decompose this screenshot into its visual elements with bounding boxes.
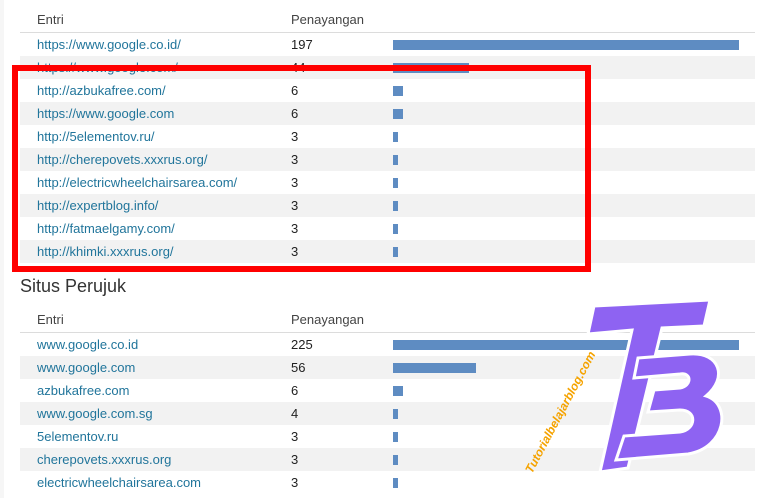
entry-link[interactable]: www.google.co.id: [37, 337, 138, 352]
view-bar: [393, 478, 398, 488]
view-bar: [393, 386, 403, 396]
view-count: 6: [291, 383, 299, 398]
entry-link[interactable]: www.google.com.sg: [37, 406, 153, 421]
entry-link[interactable]: cherepovets.xxxrus.org: [37, 452, 171, 467]
view-count: 3: [291, 429, 299, 444]
section-title: Situs Perujuk: [20, 276, 127, 296]
view-count: 3: [291, 452, 299, 467]
view-count: 56: [291, 360, 306, 375]
view-bar: [393, 363, 476, 373]
column-header-views: Penayangan: [291, 12, 365, 27]
tb-logo-icon: Tutorialbelajarblog.com: [522, 298, 724, 476]
highlight-box: [12, 65, 591, 272]
view-count: 4: [291, 406, 299, 421]
entry-link[interactable]: https://www.google.co.id/: [37, 37, 181, 52]
table-header: Entri Penayangan: [20, 8, 755, 33]
entry-link[interactable]: azbukafree.com: [37, 383, 130, 398]
table-row: https://www.google.co.id/197: [20, 33, 755, 56]
view-bar: [393, 455, 398, 465]
view-count: 225: [291, 337, 313, 352]
view-bar: [393, 432, 398, 442]
column-header-entry: Entri: [37, 12, 64, 27]
view-count: 197: [291, 37, 313, 52]
column-header-views: Penayangan: [291, 312, 365, 327]
logo-watermark-text: Tutorialbelajarblog.com: [522, 349, 598, 476]
view-count: 3: [291, 475, 299, 490]
view-bar: [393, 40, 739, 50]
entry-link[interactable]: 5elementov.ru: [37, 429, 118, 444]
entry-link[interactable]: www.google.com: [37, 360, 135, 375]
column-header-entry: Entri: [37, 312, 64, 327]
view-bar: [393, 409, 398, 419]
entry-link[interactable]: electricwheelchairsarea.com: [37, 475, 201, 490]
left-gutter: [0, 0, 4, 498]
